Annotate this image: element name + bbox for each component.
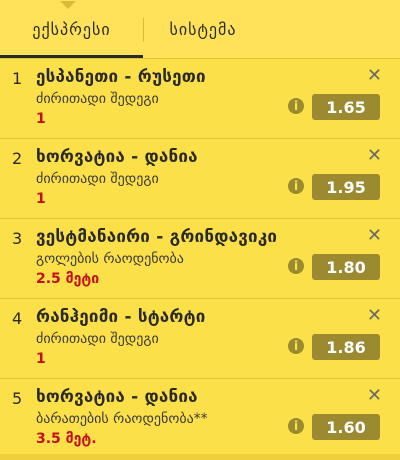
odds-button[interactable]: 1.80 [312, 254, 380, 280]
bet-selection: 2.5 მეტი [36, 271, 100, 287]
betslip-panel: ექსპრესი სისტემა 1 ესპანეთი - რუსეთი ძირ… [0, 0, 400, 460]
close-icon[interactable]: ✕ [367, 225, 382, 246]
bet-index: 5 [12, 389, 23, 408]
bet-match: რანჰეიმი - სტარტი [36, 307, 206, 327]
bet-item: 5 ხორვატია - დანია ბარათების რაოდენობა**… [0, 378, 400, 458]
bet-list: 1 ესპანეთი - რუსეთი ძირითადი შედეგი 1 ✕ … [0, 58, 400, 458]
bet-item: 1 ესპანეთი - რუსეთი ძირითადი შედეგი 1 ✕ … [0, 58, 400, 138]
bet-item: 3 ვესტმანაირი - გრინდავიკი გოლების რაოდე… [0, 218, 400, 298]
tab-express[interactable]: ექსპრესი [0, 0, 143, 58]
bet-market: ძირითადი შედეგი [36, 171, 159, 187]
bet-selection: 1 [36, 351, 46, 367]
close-icon[interactable]: ✕ [367, 305, 382, 326]
bet-index: 4 [12, 309, 23, 328]
bet-selection: 1 [36, 111, 46, 127]
bet-market: ბარათების რაოდენობა** [36, 411, 208, 427]
info-icon[interactable]: i [288, 258, 304, 274]
bet-index: 3 [12, 229, 23, 248]
odds-button[interactable]: 1.65 [312, 94, 380, 120]
tab-system[interactable]: სისტემა [143, 0, 263, 58]
bet-match: ვესტმანაირი - გრინდავიკი [36, 227, 278, 247]
bet-index: 2 [12, 149, 23, 168]
bet-item: 2 ხორვატია - დანია ძირითადი შედეგი 1 ✕ i… [0, 138, 400, 218]
info-icon[interactable]: i [288, 338, 304, 354]
odds-button[interactable]: 1.95 [312, 174, 380, 200]
bet-selection: 3.5 მეტ. [36, 431, 97, 447]
bet-market: ძირითადი შედეგი [36, 91, 159, 107]
bottom-strip [0, 454, 400, 460]
odds-button[interactable]: 1.60 [312, 414, 380, 440]
bet-match: ხორვატია - დანია [36, 387, 198, 407]
bet-match: ხორვატია - დანია [36, 147, 198, 167]
close-icon[interactable]: ✕ [367, 385, 382, 406]
bet-selection: 1 [36, 191, 46, 207]
bet-match: ესპანეთი - რუსეთი [36, 67, 206, 87]
betslip-tabs: ექსპრესი სისტემა [0, 0, 400, 59]
odds-button[interactable]: 1.86 [312, 334, 380, 360]
bet-market: გოლების რაოდენობა [36, 251, 184, 267]
close-icon[interactable]: ✕ [367, 145, 382, 166]
info-icon[interactable]: i [288, 418, 304, 434]
bet-index: 1 [12, 69, 23, 88]
bet-item: 4 რანჰეიმი - სტარტი ძირითადი შედეგი 1 ✕ … [0, 298, 400, 378]
info-icon[interactable]: i [288, 178, 304, 194]
info-icon[interactable]: i [288, 98, 304, 114]
close-icon[interactable]: ✕ [367, 65, 382, 86]
bet-market: ძირითადი შედეგი [36, 331, 159, 347]
